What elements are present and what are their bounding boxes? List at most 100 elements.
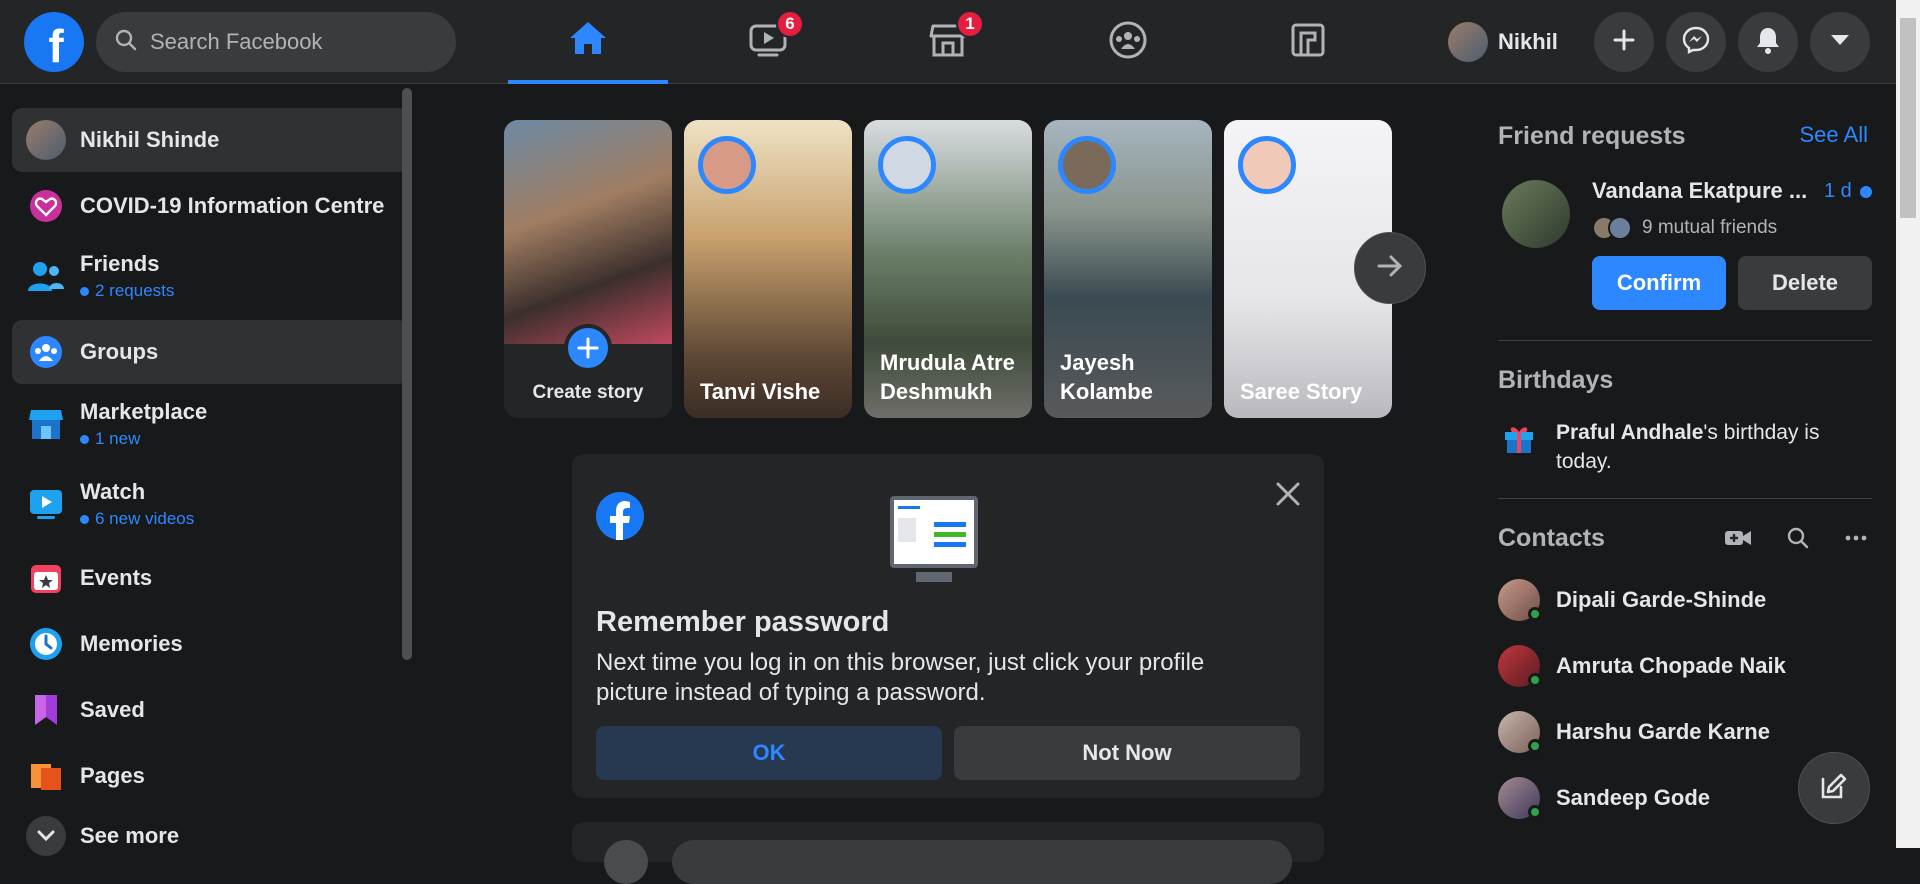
divider <box>1498 498 1872 499</box>
search-icon[interactable] <box>1786 526 1810 555</box>
plus-icon <box>564 324 612 372</box>
mutual-friends-text: 9 mutual friends <box>1642 217 1778 238</box>
profile-name: Nikhil <box>1498 29 1558 54</box>
sidebar-item-pages[interactable]: Pages <box>12 744 408 808</box>
unread-dot <box>80 514 89 524</box>
sidebar-item-label: Nikhil Shinde <box>80 127 220 152</box>
unread-dot <box>80 434 89 444</box>
account-menu-button[interactable] <box>1810 12 1870 72</box>
story-create[interactable]: Create story <box>504 120 672 418</box>
bell-icon <box>1755 26 1781 59</box>
sidebar-scrollbar[interactable] <box>402 88 412 660</box>
watch-icon <box>26 484 66 524</box>
contact-item[interactable]: Amruta Chopade Naik <box>1498 640 1786 692</box>
new-message-button[interactable] <box>1798 752 1870 824</box>
close-icon[interactable] <box>1274 480 1302 513</box>
messenger-button[interactable] <box>1666 12 1726 72</box>
online-indicator <box>1528 805 1542 819</box>
sidebar-item-marketplace[interactable]: Marketplace 1 new <box>12 388 408 460</box>
avatar <box>26 120 66 160</box>
not-now-button[interactable]: Not Now <box>954 726 1300 780</box>
video-call-icon[interactable] <box>1724 526 1752 555</box>
sidebar-item-events[interactable]: Events <box>12 546 408 610</box>
sidebar-item-label: Events <box>80 565 153 590</box>
card-body: Next time you log in on this browser, ju… <box>596 649 1205 706</box>
plus-icon <box>1612 28 1636 57</box>
see-all-link[interactable]: See All <box>1800 122 1869 148</box>
delete-button[interactable]: Delete <box>1738 256 1872 310</box>
sidebar-item-sub-text: 6 new videos <box>95 509 195 528</box>
story-card[interactable]: Jayesh Kolambe <box>1044 120 1212 418</box>
contact-name: Sandeep Gode <box>1556 785 1711 810</box>
create-button[interactable] <box>1594 12 1654 72</box>
sidebar-item-saved[interactable]: Saved <box>12 678 408 742</box>
messenger-icon <box>1682 26 1710 59</box>
ok-button[interactable]: OK <box>596 726 942 780</box>
home-icon <box>568 20 608 61</box>
sidebar-item-memories[interactable]: Memories <box>12 612 408 676</box>
online-indicator <box>1528 673 1542 687</box>
sidebar-item-sub: 2 requests <box>80 281 174 301</box>
chevron-down-icon <box>26 816 66 856</box>
notifications-button[interactable] <box>1738 12 1798 72</box>
sidebar-item-sub-text: 1 new <box>95 429 141 448</box>
avatar[interactable] <box>1502 180 1570 248</box>
stories-next-button[interactable] <box>1354 232 1426 304</box>
sidebar-item-covid[interactable]: COVID-19 Information Centre <box>12 174 408 238</box>
facebook-logo[interactable]: f <box>24 12 84 72</box>
contact-name: Amruta Chopade Naik <box>1556 653 1786 678</box>
request-name[interactable]: Vandana Ekatpure ... <box>1592 178 1807 204</box>
confirm-button[interactable]: Confirm <box>1592 256 1726 310</box>
avatar <box>1498 777 1542 819</box>
story-name: Saree Story <box>1240 379 1363 404</box>
story-card[interactable]: Mrudula Atre Deshmukh <box>864 120 1032 418</box>
tab-gaming[interactable] <box>1228 0 1388 84</box>
sidebar-item-label: Groups <box>80 339 159 364</box>
sidebar-item-friends[interactable]: Friends 2 requests <box>12 240 408 312</box>
composer-card <box>572 822 1324 884</box>
avatar <box>878 136 936 194</box>
sidebar-item-label: Memories <box>80 631 183 656</box>
avatar <box>1498 645 1542 687</box>
search-box[interactable] <box>96 12 456 72</box>
story-photo <box>504 120 672 344</box>
contact-item[interactable]: Sandeep Gode <box>1498 772 1710 824</box>
composer-input[interactable] <box>672 840 1292 884</box>
sidebar-item-sub: 6 new videos <box>80 509 194 529</box>
sidebar-item-groups[interactable]: Groups <box>12 320 408 384</box>
avatar <box>1498 579 1542 621</box>
birthday-name[interactable]: Praful Andhale <box>1556 421 1703 444</box>
story-name: Tanvi Vishe <box>700 379 821 404</box>
arrow-right-icon <box>1376 254 1404 283</box>
groups-icon <box>1108 20 1148 65</box>
contact-name: Dipali Garde-Shinde <box>1556 587 1767 612</box>
divider <box>1498 340 1872 341</box>
story-card[interactable]: Tanvi Vishe <box>684 120 852 418</box>
gaming-icon <box>1290 22 1326 63</box>
gift-icon <box>1502 420 1536 459</box>
tab-marketplace[interactable]: 1 <box>868 0 1028 84</box>
page-scrollbar-thumb[interactable] <box>1900 18 1916 218</box>
sidebar-item-profile[interactable]: Nikhil Shinde <box>12 108 408 172</box>
friend-requests-heading: Friend requests <box>1498 122 1686 150</box>
sidebar-item-label: Watch <box>80 479 146 504</box>
tab-groups[interactable] <box>1048 0 1208 84</box>
tab-watch[interactable]: 6 <box>688 0 848 84</box>
avatar <box>698 136 756 194</box>
sidebar-item-label: COVID-19 Information Centre <box>80 193 385 218</box>
sidebar-item-label: Marketplace <box>80 399 208 424</box>
birthdays-heading: Birthdays <box>1498 366 1614 394</box>
tab-home[interactable] <box>508 0 668 84</box>
contact-item[interactable]: Harshu Garde Karne <box>1498 706 1770 758</box>
groups-icon <box>26 332 66 372</box>
sidebar-see-more[interactable]: See more <box>12 808 408 864</box>
compose-icon <box>1819 771 1849 806</box>
sidebar-item-watch[interactable]: Watch 6 new videos <box>12 468 408 540</box>
online-indicator <box>1528 607 1542 621</box>
contact-name: Harshu Garde Karne <box>1556 719 1770 744</box>
profile-chip[interactable]: Nikhil <box>1448 18 1558 66</box>
search-input[interactable] <box>150 29 430 55</box>
more-options-icon[interactable] <box>1844 526 1868 555</box>
sidebar-item-sub-text: 2 requests <box>95 281 175 300</box>
contact-item[interactable]: Dipali Garde-Shinde <box>1498 574 1766 626</box>
